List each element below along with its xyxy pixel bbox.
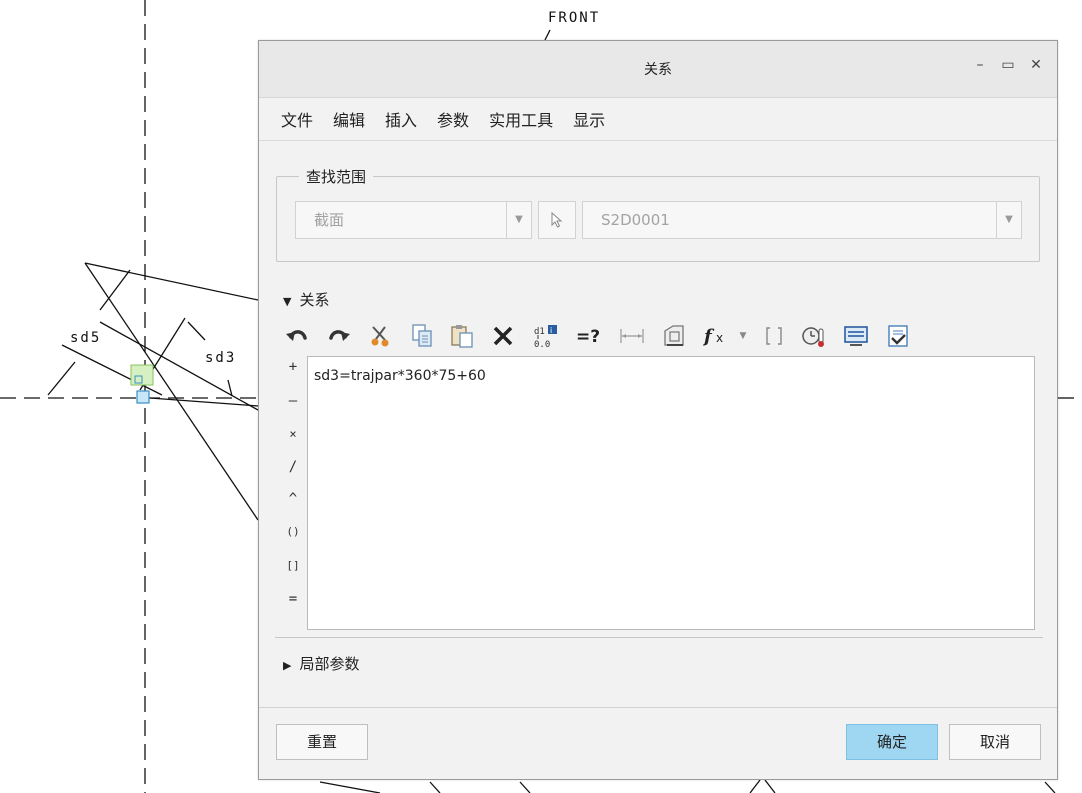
operator-divide[interactable]: / (283, 459, 303, 475)
operator-brackets[interactable]: [] (283, 559, 303, 572)
local-params-section-label: 局部参数 (299, 655, 360, 673)
lookup-scope-legend: 查找范围 (299, 166, 374, 187)
function-dropdown-icon[interactable]: ▼ (735, 321, 751, 351)
svg-text:i: i (550, 326, 552, 335)
display-icon[interactable] (841, 321, 871, 351)
chevron-down-icon: ▼ (506, 202, 531, 238)
operator-parentheses[interactable]: () (283, 525, 303, 538)
evaluate-icon[interactable]: =? (575, 321, 605, 351)
brackets-icon[interactable] (759, 321, 789, 351)
show-dimension-icon[interactable] (617, 321, 647, 351)
relations-section-toggle[interactable]: ▼ 关系 (283, 289, 329, 310)
operator-power[interactable]: ^ (283, 491, 303, 507)
relations-dialog: 关系 – ▭ ✕ 文件 编辑 插入 参数 实用工具 显示 查找范围 截面 ▼ S… (258, 40, 1058, 780)
object-value: S2D0001 (601, 211, 670, 229)
function-icon[interactable]: fx (701, 321, 737, 351)
operator-plus[interactable]: + (283, 359, 303, 375)
relations-editor[interactable]: sd3=trajpar*360*75+60 (307, 356, 1035, 630)
dialog-titlebar[interactable]: 关系 – ▭ ✕ (259, 41, 1057, 98)
operator-equals[interactable]: = (283, 591, 303, 607)
triangle-down-icon: ▼ (283, 295, 292, 308)
undo-icon[interactable] (283, 321, 313, 351)
operator-minus[interactable]: – (283, 393, 303, 409)
menu-bar: 文件 编辑 插入 参数 实用工具 显示 (259, 98, 1057, 141)
close-button[interactable]: ✕ (1029, 57, 1043, 73)
relations-section-label: 关系 (299, 291, 330, 309)
menu-edit[interactable]: 编辑 (325, 103, 373, 135)
select-object-button[interactable] (538, 201, 576, 239)
cancel-button[interactable]: 取消 (949, 724, 1041, 760)
footer-divider (259, 707, 1057, 708)
chevron-down-icon: ▼ (996, 202, 1021, 238)
triangle-right-icon: ▶ (283, 659, 292, 672)
menu-show[interactable]: 显示 (565, 103, 613, 135)
minimize-button[interactable]: – (973, 57, 987, 73)
local-params-section-toggle[interactable]: ▶ 局部参数 (283, 653, 359, 674)
svg-text:0.0: 0.0 (534, 340, 550, 349)
insert-from-list-icon[interactable] (659, 321, 689, 351)
menu-utilities[interactable]: 实用工具 (481, 103, 561, 135)
svg-text:x: x (716, 331, 723, 345)
unit-sensitivity-icon[interactable] (799, 321, 829, 351)
maximize-button[interactable]: ▭ (1001, 57, 1015, 73)
front-datum-label: FRONT (548, 10, 601, 26)
menu-insert[interactable]: 插入 (377, 103, 425, 135)
dimension-label-sd5[interactable]: sd5 (70, 330, 101, 346)
lookup-scope-group: 查找范围 截面 ▼ S2D0001 ▼ (276, 166, 1040, 262)
paste-icon[interactable] (447, 321, 477, 351)
operator-multiply[interactable]: × (283, 427, 303, 441)
divider (275, 637, 1043, 638)
relations-toolbar: d1 0.0 i =? fx ▼ (283, 321, 1043, 351)
scope-type-select[interactable]: 截面 ▼ (295, 201, 532, 239)
dialog-title: 关系 (644, 62, 672, 78)
redo-icon[interactable] (323, 321, 353, 351)
ok-button[interactable]: 确定 (846, 724, 938, 760)
sort-relations-icon[interactable]: d1 0.0 i (531, 321, 561, 351)
dimension-label-sd3[interactable]: sd3 (205, 350, 236, 366)
reset-button[interactable]: 重置 (276, 724, 368, 760)
scope-type-value: 截面 (314, 211, 345, 229)
delete-icon[interactable] (488, 321, 518, 351)
svg-text:d1: d1 (534, 327, 545, 337)
cursor-arrow-icon (551, 211, 563, 228)
cut-icon[interactable] (365, 321, 395, 351)
menu-parameters[interactable]: 参数 (429, 103, 477, 135)
svg-text:f: f (703, 326, 715, 347)
copy-icon[interactable] (407, 321, 437, 351)
menu-file[interactable]: 文件 (273, 103, 321, 135)
object-select[interactable]: S2D0001 ▼ (582, 201, 1022, 239)
verify-icon[interactable] (883, 321, 913, 351)
svg-text:=?: =? (576, 327, 600, 347)
